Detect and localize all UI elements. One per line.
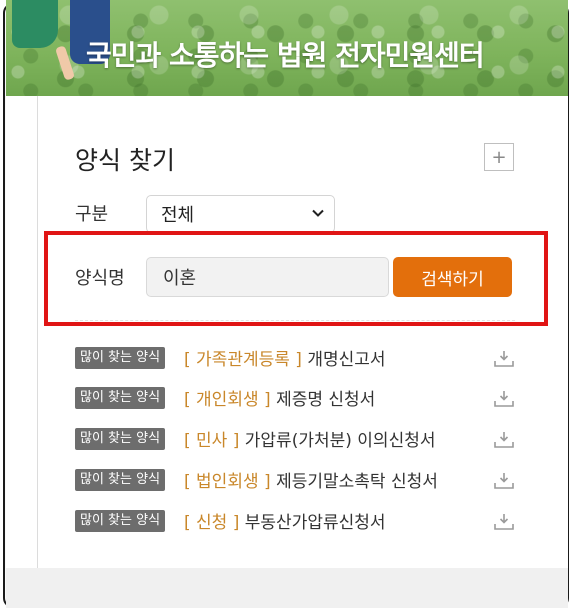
popular-badge: 많이 찾는 양식 [75, 428, 166, 450]
popular-badge: 많이 찾는 양식 [75, 510, 166, 532]
chevron-down-icon [312, 209, 324, 217]
list-item: 많이 찾는 양식 [ 개인회생 ] 제증명 신청서 [75, 386, 520, 410]
popular-badge: 많이 찾는 양식 [75, 347, 166, 369]
form-link[interactable]: [ 법인회생 ] 제등기말소촉탁 신청서 [184, 467, 438, 492]
search-button[interactable]: 검색하기 [393, 257, 512, 297]
category-select[interactable]: 전체 [146, 195, 335, 233]
form-category: 민사 [196, 431, 228, 451]
download-icon[interactable] [493, 349, 515, 369]
form-name-label: 양식명 [75, 268, 125, 289]
category-label: 구분 [75, 204, 109, 225]
download-icon[interactable] [493, 471, 515, 491]
form-link[interactable]: [ 민사 ] 가압류(가처분) 이의신청서 [184, 426, 436, 451]
list-item: 많이 찾는 양식 [ 민사 ] 가압류(가처분) 이의신청서 [75, 427, 520, 451]
form-category: 법인회생 [196, 472, 259, 492]
form-title: 제등기말소촉탁 신청서 [276, 472, 438, 492]
form-title: 부동산가압류신청서 [244, 513, 386, 533]
form-category: 가족관계등록 [196, 350, 290, 370]
banner: 국민과 소통하는 법원 전자민원센터 [6, 0, 568, 96]
banner-title: 국민과 소통하는 법원 전자민원센터 [86, 39, 485, 72]
list-item: 많이 찾는 양식 [ 신청 ] 부동산가압류신청서 [75, 509, 520, 533]
list-item: 많이 찾는 양식 [ 법인회생 ] 제등기말소촉탁 신청서 [75, 468, 520, 492]
form-category: 개인회생 [196, 390, 259, 410]
footer-band [6, 568, 568, 608]
list-item: 많이 찾는 양식 [ 가족관계등록 ] 개명신고서 [75, 346, 520, 370]
form-title: 가압류(가처분) 이의신청서 [244, 431, 436, 451]
panel-title: 양식 찾기 [75, 146, 175, 175]
banner-figure-skirt [12, 0, 58, 48]
download-icon[interactable] [493, 430, 515, 450]
download-icon[interactable] [493, 389, 515, 409]
popular-badge: 많이 찾는 양식 [75, 469, 166, 491]
form-link[interactable]: [ 가족관계등록 ] 개명신고서 [184, 345, 386, 370]
popular-badge: 많이 찾는 양식 [75, 387, 166, 409]
plus-icon: + [491, 146, 507, 168]
form-link[interactable]: [ 신청 ] 부동산가압류신청서 [184, 508, 386, 533]
form-title: 개명신고서 [307, 350, 386, 370]
category-select-value: 전체 [161, 205, 195, 226]
form-title: 제증명 신청서 [276, 390, 376, 410]
form-link[interactable]: [ 개인회생 ] 제증명 신청서 [184, 385, 375, 410]
download-icon[interactable] [493, 512, 515, 532]
left-divider [37, 96, 38, 606]
expand-button[interactable]: + [484, 143, 514, 171]
form-category: 신청 [196, 513, 228, 533]
form-name-input-value: 이혼 [163, 268, 197, 289]
section-divider [75, 320, 515, 321]
form-name-input[interactable]: 이혼 [146, 257, 389, 297]
